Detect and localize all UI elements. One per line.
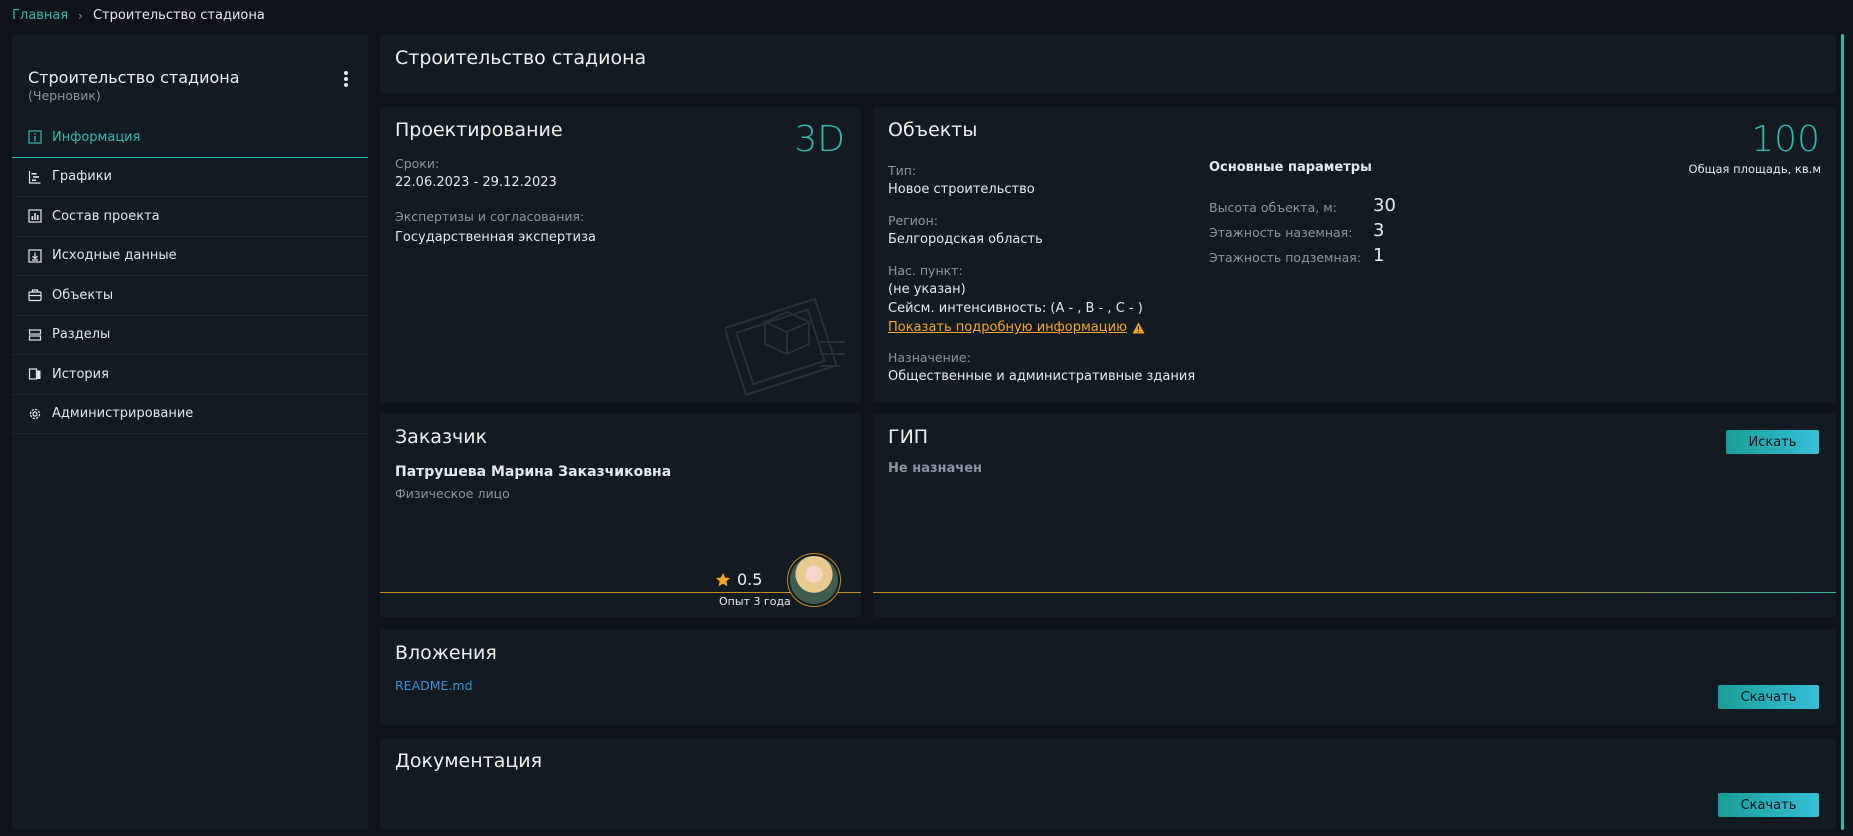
customer-title: Заказчик bbox=[395, 426, 488, 448]
objects-title: Объекты bbox=[888, 119, 978, 141]
gip-card: ГИП Не назначен Искать bbox=[873, 414, 1836, 617]
region-label: Регион: bbox=[888, 213, 938, 228]
design-card: Проектирование 3D Сроки: 22.06.2023 - 29… bbox=[380, 107, 861, 402]
chart-icon bbox=[28, 209, 42, 223]
page-title: Строительство стадиона bbox=[395, 47, 647, 69]
scrollbar[interactable] bbox=[1841, 34, 1844, 830]
header-card: Строительство стадиона bbox=[380, 34, 1836, 94]
type-value: Новое строительство bbox=[888, 182, 1035, 197]
info-icon bbox=[28, 130, 42, 144]
attachments-card: Вложения README.md Скачать bbox=[380, 630, 1836, 725]
sidebar-item-label: Исходные данные bbox=[52, 248, 177, 264]
sections-icon bbox=[28, 328, 42, 342]
sidebar-item-admin[interactable]: Администрирование bbox=[12, 395, 368, 434]
documentation-title: Документация bbox=[395, 750, 543, 772]
region-value: Белгородская область bbox=[888, 232, 1043, 247]
expertise-label: Экспертизы и согласования: bbox=[395, 209, 585, 224]
sidebar-nav: Информация Графики Состав проекта Исходн… bbox=[12, 118, 368, 434]
area-label: Общая площадь, кв.м bbox=[1688, 162, 1821, 176]
download-attachments-button[interactable]: Скачать bbox=[1718, 685, 1819, 709]
breadcrumb: Главная › Строительство стадиона bbox=[12, 8, 265, 23]
sidebar-item-label: История bbox=[52, 366, 109, 382]
attachments-title: Вложения bbox=[395, 642, 497, 664]
design-title: Проектирование bbox=[395, 119, 563, 141]
locality-value: (не указан) bbox=[888, 282, 966, 297]
project-status: (Черновик) bbox=[28, 88, 101, 103]
sidebar-item-label: Администрирование bbox=[52, 406, 194, 422]
customer-type: Физическое лицо bbox=[395, 486, 510, 501]
download-icon bbox=[28, 249, 42, 263]
area-value: 100 bbox=[1751, 119, 1820, 160]
params-title: Основные параметры bbox=[1209, 160, 1372, 175]
customer-card: Заказчик Патрушева Марина Заказчиковна Ф… bbox=[380, 414, 861, 617]
sidebar-item-label: Объекты bbox=[52, 287, 114, 303]
gantt-icon bbox=[28, 170, 42, 184]
purpose-label: Назначение: bbox=[888, 350, 971, 365]
param-floors-above-label: Этажность наземная: bbox=[1209, 225, 1353, 240]
param-height-label: Высота объекта, м: bbox=[1209, 200, 1337, 215]
sidebar: Строительство стадиона (Черновик) Информ… bbox=[12, 34, 368, 830]
purpose-value: Общественные и административные здания bbox=[888, 369, 1196, 384]
sidebar-item-label: Информация bbox=[52, 129, 141, 145]
sidebar-item-label: Графики bbox=[52, 169, 113, 185]
sidebar-item-info[interactable]: Информация bbox=[12, 118, 368, 158]
search-gip-button[interactable]: Искать bbox=[1726, 430, 1819, 454]
briefcase-icon bbox=[28, 288, 42, 302]
customer-experience: Опыт 3 года bbox=[717, 595, 793, 608]
sidebar-item-objects[interactable]: Объекты bbox=[12, 276, 368, 316]
project-title: Строительство стадиона bbox=[28, 68, 240, 87]
design-badge: 3D bbox=[794, 119, 845, 160]
terms-value: 22.06.2023 - 29.12.2023 bbox=[395, 175, 557, 190]
rating-value: 0.5 bbox=[737, 570, 763, 589]
param-floors-above-value: 3 bbox=[1373, 220, 1385, 241]
divider bbox=[380, 592, 861, 593]
sidebar-item-history[interactable]: История bbox=[12, 355, 368, 395]
breadcrumb-home-link[interactable]: Главная bbox=[12, 8, 68, 23]
attachment-file-link[interactable]: README.md bbox=[395, 678, 473, 693]
documentation-card: Документация Скачать bbox=[380, 738, 1836, 830]
avatar[interactable] bbox=[787, 553, 841, 607]
more-options-icon[interactable] bbox=[340, 68, 352, 90]
download-documentation-button[interactable]: Скачать bbox=[1718, 793, 1819, 817]
sidebar-item-composition[interactable]: Состав проекта bbox=[12, 197, 368, 237]
details-row: Показать подробную информацию bbox=[888, 320, 1145, 335]
sidebar-item-source-data[interactable]: Исходные данные bbox=[12, 237, 368, 276]
sidebar-item-label: Состав проекта bbox=[52, 208, 160, 224]
star-icon bbox=[716, 572, 730, 586]
objects-card: Объекты Тип: Новое строительство Регион:… bbox=[873, 107, 1836, 402]
sidebar-item-label: Разделы bbox=[52, 327, 111, 343]
customer-name[interactable]: Патрушева Марина Заказчиковна bbox=[395, 464, 671, 480]
seismic-intensity: Сейсм. интенсивность: (A - , B - , C - ) bbox=[888, 301, 1143, 316]
gip-status: Не назначен bbox=[888, 461, 983, 476]
expertise-value: Государственная экспертиза bbox=[395, 230, 597, 245]
param-floors-below-value: 1 bbox=[1373, 245, 1385, 266]
terms-label: Сроки: bbox=[395, 156, 440, 171]
blueprint-illustration-icon bbox=[725, 297, 845, 397]
sidebar-item-sections[interactable]: Разделы bbox=[12, 316, 368, 355]
sidebar-item-charts[interactable]: Графики bbox=[12, 158, 368, 197]
divider bbox=[873, 592, 1836, 593]
type-label: Тип: bbox=[888, 163, 917, 178]
param-floors-below-label: Этажность подземная: bbox=[1209, 250, 1362, 265]
gear-icon bbox=[28, 407, 42, 421]
history-icon bbox=[28, 367, 42, 381]
rating: 0.5 bbox=[715, 570, 762, 589]
chevron-right-icon: › bbox=[78, 8, 83, 23]
gip-title: ГИП bbox=[888, 426, 929, 448]
show-details-link[interactable]: Показать подробную информацию bbox=[888, 320, 1127, 335]
breadcrumb-current: Строительство стадиона bbox=[92, 8, 265, 23]
locality-label: Нас. пункт: bbox=[888, 263, 963, 278]
param-height-value: 30 bbox=[1373, 195, 1396, 216]
warning-icon bbox=[1132, 322, 1145, 333]
